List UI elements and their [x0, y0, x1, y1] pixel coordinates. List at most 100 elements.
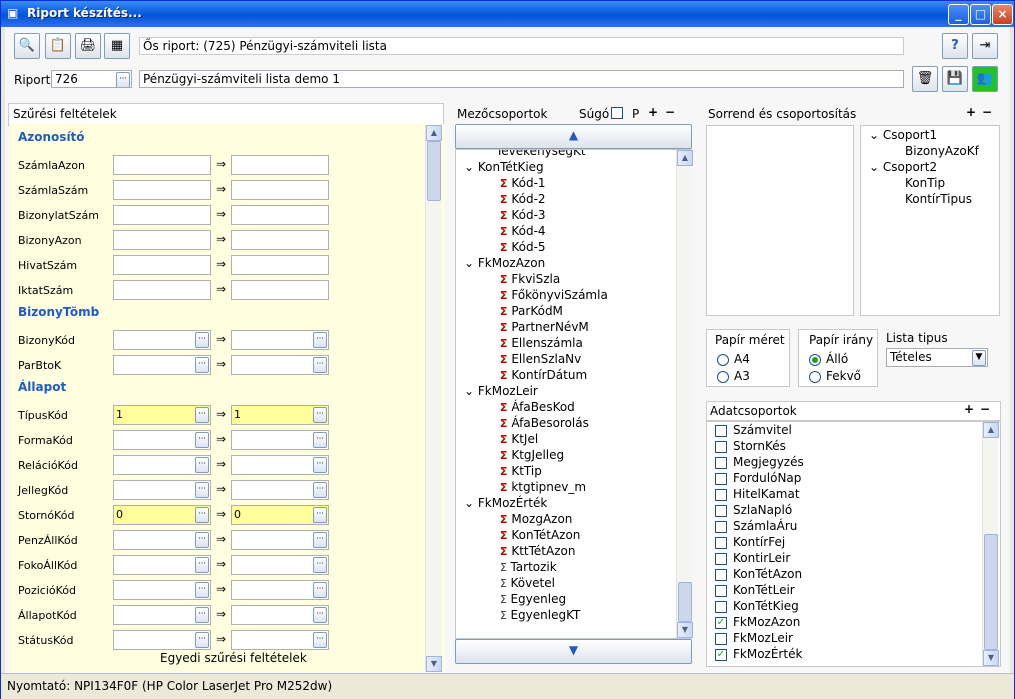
- fields-collapse-button[interactable]: −: [665, 105, 675, 119]
- datagroup-item[interactable]: SzámlaÁru: [715, 519, 797, 533]
- tree-item[interactable]: Σ Kód-2: [500, 192, 546, 206]
- lookup-button[interactable]: ···: [313, 507, 327, 523]
- datagroup-item[interactable]: FkMozLeir: [715, 631, 793, 645]
- filter-to-input[interactable]: ···: [231, 330, 329, 350]
- lookup-button[interactable]: ···: [313, 607, 327, 623]
- minimize-button[interactable]: _: [948, 4, 969, 25]
- fields-scroll-thumb[interactable]: [678, 582, 692, 622]
- lookup-button[interactable]: ···: [195, 482, 209, 498]
- lookup-button[interactable]: ···: [313, 582, 327, 598]
- tree-item[interactable]: Σ ÁfaBesorolás: [500, 416, 589, 430]
- lookup-button[interactable]: ···: [313, 557, 327, 573]
- close-button[interactable]: ×: [992, 4, 1013, 25]
- datagroup-checkbox[interactable]: [715, 456, 727, 469]
- filter-from-input[interactable]: [113, 180, 211, 200]
- tree-item[interactable]: Σ Kód-1: [500, 176, 546, 190]
- datagroup-item[interactable]: KonTétAzon: [715, 567, 802, 581]
- tree-item[interactable]: Σ Kód-5: [500, 240, 546, 254]
- lookup-button[interactable]: ···: [195, 407, 209, 423]
- datagroup-item[interactable]: FordulóNap: [715, 471, 801, 485]
- exit-button[interactable]: ⇥: [972, 33, 998, 59]
- filter-to-input[interactable]: ···: [231, 555, 329, 575]
- lookup-button[interactable]: ···: [313, 332, 327, 348]
- lookup-button[interactable]: ···: [313, 357, 327, 373]
- filter-from-input[interactable]: ···: [113, 530, 211, 550]
- filter-from-input[interactable]: ···: [113, 455, 211, 475]
- tree-item[interactable]: Σ MozgAzon: [500, 512, 572, 526]
- tree-item[interactable]: Σ FkviSzla: [500, 272, 560, 286]
- lookup-button[interactable]: ···: [195, 357, 209, 373]
- filter-to-input[interactable]: ···: [231, 430, 329, 450]
- datagroup-checkbox[interactable]: [715, 536, 727, 549]
- datagroup-checkbox[interactable]: [715, 504, 727, 517]
- tree-item[interactable]: Σ EllenSzlaNv: [500, 352, 581, 366]
- datagroups-scrollbar[interactable]: ▲ ▼: [982, 422, 999, 666]
- group-tree[interactable]: ⌄ Csoport1 BizonyAzoKf ⌄ Csoport2 KonTip Kon…: [860, 125, 1000, 316]
- datagroup-checkbox[interactable]: ✓: [715, 648, 727, 661]
- filter-to-input[interactable]: ···: [231, 530, 329, 550]
- tree-group[interactable]: ⌄ FkMozAzon: [464, 256, 545, 270]
- lookup-button[interactable]: ···: [195, 432, 209, 448]
- lookup-button[interactable]: ···: [313, 632, 327, 648]
- group-field[interactable]: KonTip: [905, 176, 945, 190]
- tree-item[interactable]: Σ KonTétAzon: [500, 528, 580, 542]
- filter-from-input[interactable]: [113, 230, 211, 250]
- users-button[interactable]: 👥: [972, 66, 998, 92]
- datagroups-list[interactable]: Számvitel StornKés Megjegyzés FordulóNap Hit…: [706, 421, 1001, 667]
- maximize-button[interactable]: □: [970, 4, 991, 25]
- group-field[interactable]: BizonyAzoKf: [905, 144, 979, 158]
- tree-item[interactable]: Σ KtTip: [500, 464, 542, 478]
- paper-a3-radio[interactable]: A3: [717, 369, 750, 383]
- datagroup-checkbox[interactable]: ✓: [715, 616, 727, 629]
- custom-filter-link[interactable]: Egyedi szűrési feltételek: [160, 651, 307, 665]
- report-lookup-button[interactable]: ···: [116, 72, 130, 87]
- filter-to-input[interactable]: ···: [231, 580, 329, 600]
- group-node[interactable]: ⌄ Csoport1: [869, 128, 937, 142]
- tree-item[interactable]: Σ Tartozik: [500, 560, 557, 574]
- tree-item[interactable]: Σ Kód-3: [500, 208, 546, 222]
- filter-from-input[interactable]: [113, 155, 211, 175]
- datagroup-checkbox[interactable]: [715, 600, 727, 613]
- fields-tree[interactable]: TevékenységKt ⌄ KonTétKieg Σ Kód-1 Σ Kód-2 Σ…: [455, 149, 692, 639]
- tree-item[interactable]: Σ KtJel: [500, 432, 538, 446]
- list-type-select[interactable]: Tételes ▼: [886, 348, 988, 367]
- datagroups-expand-button[interactable]: +: [964, 402, 974, 416]
- title-bar[interactable]: ▣ Riport készítés... _ □ ×: [1, 1, 1014, 27]
- lookup-button[interactable]: ···: [195, 457, 209, 473]
- datagroup-checkbox[interactable]: [715, 488, 727, 501]
- lookup-button[interactable]: ···: [195, 532, 209, 548]
- fields-scrollbar[interactable]: ▲ ▼: [676, 150, 693, 638]
- datagroup-item[interactable]: KonTétKieg: [715, 599, 799, 613]
- lookup-button[interactable]: ···: [313, 432, 327, 448]
- lookup-button[interactable]: ···: [313, 457, 327, 473]
- report-id-field[interactable]: 726 ···: [51, 70, 132, 88]
- dg-scroll-thumb[interactable]: [984, 534, 998, 650]
- tree-item[interactable]: Σ Ellenszámla: [500, 336, 583, 350]
- excel-button[interactable]: ▦: [104, 33, 130, 59]
- filter-from-input[interactable]: [113, 255, 211, 275]
- lookup-button[interactable]: ···: [195, 332, 209, 348]
- datagroup-checkbox[interactable]: [715, 424, 727, 437]
- datagroup-item[interactable]: Megjegyzés: [715, 455, 804, 469]
- filter-to-input[interactable]: ···: [231, 480, 329, 500]
- report-name-field[interactable]: Pénzügyi-számviteli lista demo 1: [139, 70, 904, 88]
- filter-from-input[interactable]: 0 ···: [113, 505, 211, 525]
- tree-item[interactable]: Σ KontírDátum: [500, 368, 587, 382]
- filter-to-input[interactable]: [231, 230, 329, 250]
- sort-collapse-button[interactable]: −: [982, 105, 992, 119]
- datagroup-checkbox[interactable]: [715, 568, 727, 581]
- datagroup-item[interactable]: HitelKamat: [715, 487, 800, 501]
- datagroup-item[interactable]: KonTétLeir: [715, 583, 795, 597]
- filter-scrollbar[interactable]: ▲ ▼: [425, 125, 442, 672]
- datagroup-item[interactable]: Számvitel: [715, 423, 792, 437]
- lookup-button[interactable]: ···: [195, 557, 209, 573]
- datagroups-collapse-button[interactable]: −: [980, 402, 990, 416]
- tree-item[interactable]: Σ EgyenlegKT: [500, 608, 580, 622]
- group-node[interactable]: ⌄ Csoport2: [869, 160, 937, 174]
- filter-to-input[interactable]: ···: [231, 630, 329, 650]
- lookup-button[interactable]: ···: [313, 482, 327, 498]
- scroll-thumb[interactable]: [427, 141, 441, 201]
- tree-item[interactable]: Σ ParKódM: [500, 304, 563, 318]
- filter-to-input[interactable]: 0 ···: [231, 505, 329, 525]
- help-button[interactable]: ?: [942, 33, 968, 59]
